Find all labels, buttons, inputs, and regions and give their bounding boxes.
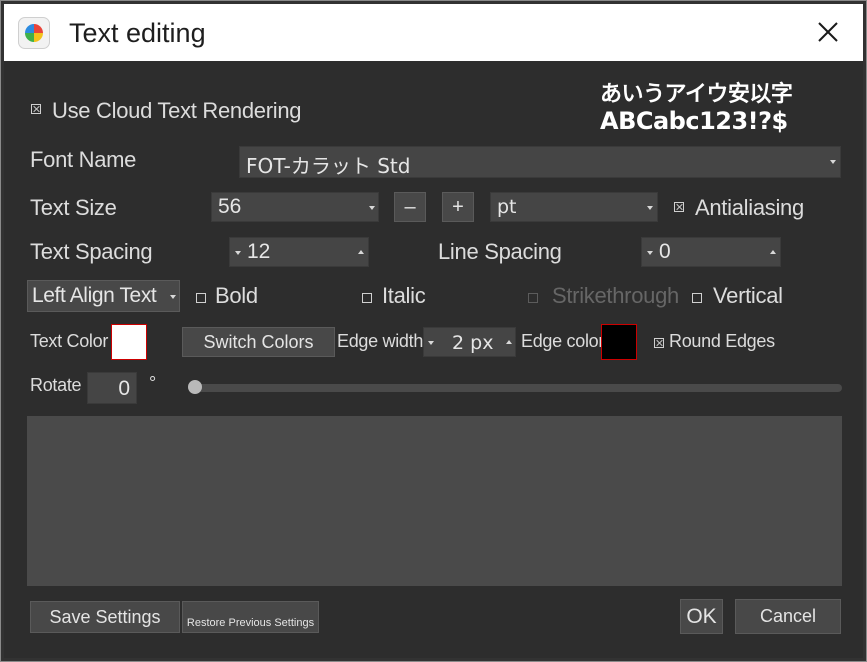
- cancel-button[interactable]: Cancel: [735, 599, 841, 634]
- rotate-slider-track[interactable]: [192, 384, 842, 392]
- ok-button[interactable]: OK: [680, 599, 723, 634]
- close-icon: [818, 22, 838, 42]
- text-editing-window: Text editing Use Cloud Text Rendering あい…: [0, 0, 867, 662]
- decrease-size-button[interactable]: –: [394, 192, 426, 222]
- text-spacing-label: Text Spacing: [30, 239, 153, 264]
- bold-label: Bold: [215, 283, 258, 308]
- font-name-value: FOT-カラット Std: [246, 154, 411, 178]
- rotate-input[interactable]: 0: [87, 372, 137, 404]
- line-spacing-spinbox[interactable]: 0: [641, 237, 781, 267]
- chevron-down-icon: [369, 206, 375, 210]
- italic-checkbox[interactable]: [362, 293, 372, 303]
- spin-down-icon[interactable]: [428, 341, 434, 345]
- bold-checkbox[interactable]: [196, 293, 206, 303]
- spin-up-icon[interactable]: [506, 340, 512, 344]
- text-size-combo[interactable]: 56: [211, 192, 379, 222]
- rotate-label: Rotate: [30, 375, 82, 395]
- italic-label: Italic: [382, 283, 426, 308]
- font-name-dropdown[interactable]: FOT-カラット Std: [239, 146, 841, 178]
- color-drop-icon: [18, 17, 50, 49]
- window-title: Text editing: [69, 18, 206, 48]
- close-button[interactable]: [810, 14, 846, 50]
- size-unit-dropdown[interactable]: pt: [490, 192, 658, 222]
- text-spacing-value: 12: [247, 240, 271, 263]
- vertical-checkbox[interactable]: [692, 293, 702, 303]
- font-sample-line-1: あいうアイウ安以字: [600, 82, 793, 107]
- dialog-body: Use Cloud Text Rendering あいうアイウ安以字 ABCab…: [4, 61, 863, 658]
- rotate-value: 0: [118, 377, 130, 400]
- spin-down-icon[interactable]: [647, 251, 653, 255]
- edge-color-swatch[interactable]: [601, 324, 637, 360]
- degree-symbol: °: [149, 373, 156, 393]
- vertical-label: Vertical: [713, 283, 783, 308]
- text-spacing-spinbox[interactable]: 12: [229, 237, 369, 267]
- switch-colors-button[interactable]: Switch Colors: [182, 327, 335, 357]
- strikethrough-checkbox: [528, 293, 538, 303]
- edge-color-label: Edge color: [521, 331, 605, 351]
- strikethrough-label: Strikethrough: [552, 283, 679, 308]
- line-spacing-value: 0: [659, 240, 671, 263]
- save-settings-button[interactable]: Save Settings: [30, 601, 180, 633]
- antialiasing-checkbox[interactable]: [674, 202, 684, 212]
- text-color-swatch[interactable]: [111, 324, 147, 360]
- text-input-area[interactable]: [27, 416, 842, 586]
- cloud-rendering-label: Use Cloud Text Rendering: [52, 98, 302, 123]
- text-size-label: Text Size: [30, 195, 117, 220]
- round-edges-checkbox[interactable]: [654, 338, 664, 348]
- edge-width-spinbox[interactable]: 2 px: [423, 327, 516, 357]
- size-unit-value: pt: [497, 196, 517, 218]
- font-sample-preview: あいうアイウ安以字 ABCabc123!?$: [600, 81, 793, 135]
- edge-width-label: Edge width: [337, 331, 424, 351]
- restore-previous-settings-button[interactable]: Restore Previous Settings: [182, 601, 319, 633]
- spin-up-icon[interactable]: [358, 250, 364, 254]
- text-color-label: Text Color: [30, 331, 109, 351]
- spin-up-icon[interactable]: [770, 250, 776, 254]
- chevron-down-icon: [647, 206, 653, 210]
- font-name-label: Font Name: [30, 147, 137, 172]
- chevron-down-icon: [830, 160, 836, 164]
- edge-width-value: 2 px: [452, 332, 494, 354]
- title-bar: Text editing: [4, 4, 863, 61]
- cloud-rendering-checkbox[interactable]: [31, 104, 41, 114]
- spin-down-icon[interactable]: [235, 251, 241, 255]
- font-sample-line-2: ABCabc123!?$: [600, 107, 788, 135]
- text-align-value: Left Align Text: [32, 284, 157, 307]
- chevron-down-icon: [170, 295, 176, 299]
- text-size-value: 56: [218, 195, 242, 218]
- text-align-dropdown[interactable]: Left Align Text: [27, 280, 180, 312]
- line-spacing-label: Line Spacing: [438, 239, 562, 264]
- rotate-slider-handle[interactable]: [188, 380, 202, 394]
- increase-size-button[interactable]: +: [442, 192, 474, 222]
- round-edges-label: Round Edges: [669, 331, 775, 351]
- antialiasing-label: Antialiasing: [695, 195, 804, 220]
